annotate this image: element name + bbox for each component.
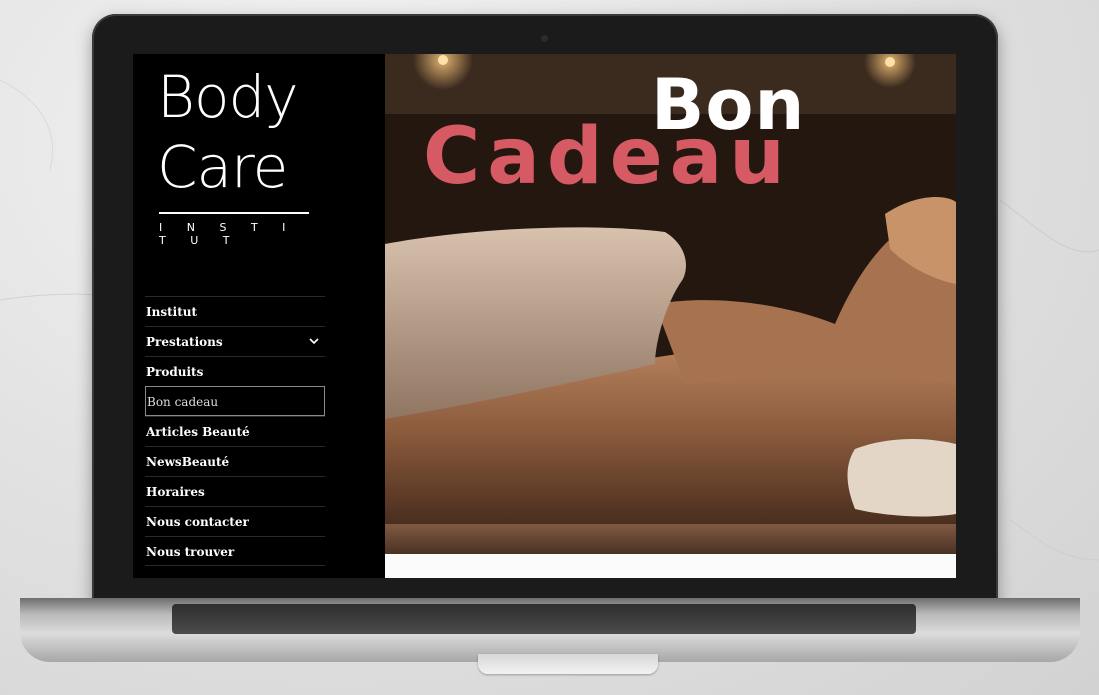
nav-item-prestations[interactable]: Prestations [145, 326, 325, 356]
main-nav: Institut Prestations Produits Bon cadeau… [145, 296, 325, 566]
logo-line-body: Body [157, 63, 299, 131]
nav-item-articles-beaute[interactable]: Articles Beauté [145, 416, 325, 446]
nav-item-nous-trouver[interactable]: Nous trouver [145, 536, 325, 566]
nav-item-label: Produits [146, 365, 204, 379]
logo-divider [159, 212, 309, 214]
camera-icon [541, 35, 548, 42]
laptop-notch [478, 654, 658, 674]
nav-item-label: Horaires [146, 485, 205, 499]
nav-item-label: Articles Beauté [146, 425, 250, 439]
laptop-screen: Body Care I N S T I T U T Institut Prest… [133, 54, 956, 578]
nav-item-label: Prestations [146, 335, 223, 349]
nav-item-label: Institut [146, 305, 198, 319]
nav-item-label: Nous trouver [146, 545, 235, 559]
site-logo[interactable]: Body Care I N S T I T U T [157, 63, 317, 247]
content-area [385, 554, 956, 578]
nav-item-nous-contacter[interactable]: Nous contacter [145, 506, 325, 536]
nav-item-institut[interactable]: Institut [145, 296, 325, 326]
keyboard [172, 604, 916, 634]
hero-title-cadeau: Cadeau [423, 112, 792, 202]
nav-item-bon-cadeau[interactable]: Bon cadeau [145, 386, 325, 416]
nav-item-label: Bon cadeau [147, 395, 219, 409]
logo-line-care: Care [157, 133, 288, 201]
nav-item-produits[interactable]: Produits [145, 356, 325, 386]
nav-item-label: NewsBeauté [146, 455, 230, 469]
nav-item-horaires[interactable]: Horaires [145, 476, 325, 506]
nav-item-newsbeaute[interactable]: NewsBeauté [145, 446, 325, 476]
hero-banner: Bon Cadeau [385, 54, 956, 554]
sidebar: Body Care I N S T I T U T Institut Prest… [133, 54, 385, 578]
logo-subtitle: I N S T I T U T [159, 221, 296, 247]
nav-item-label: Nous contacter [146, 515, 249, 529]
